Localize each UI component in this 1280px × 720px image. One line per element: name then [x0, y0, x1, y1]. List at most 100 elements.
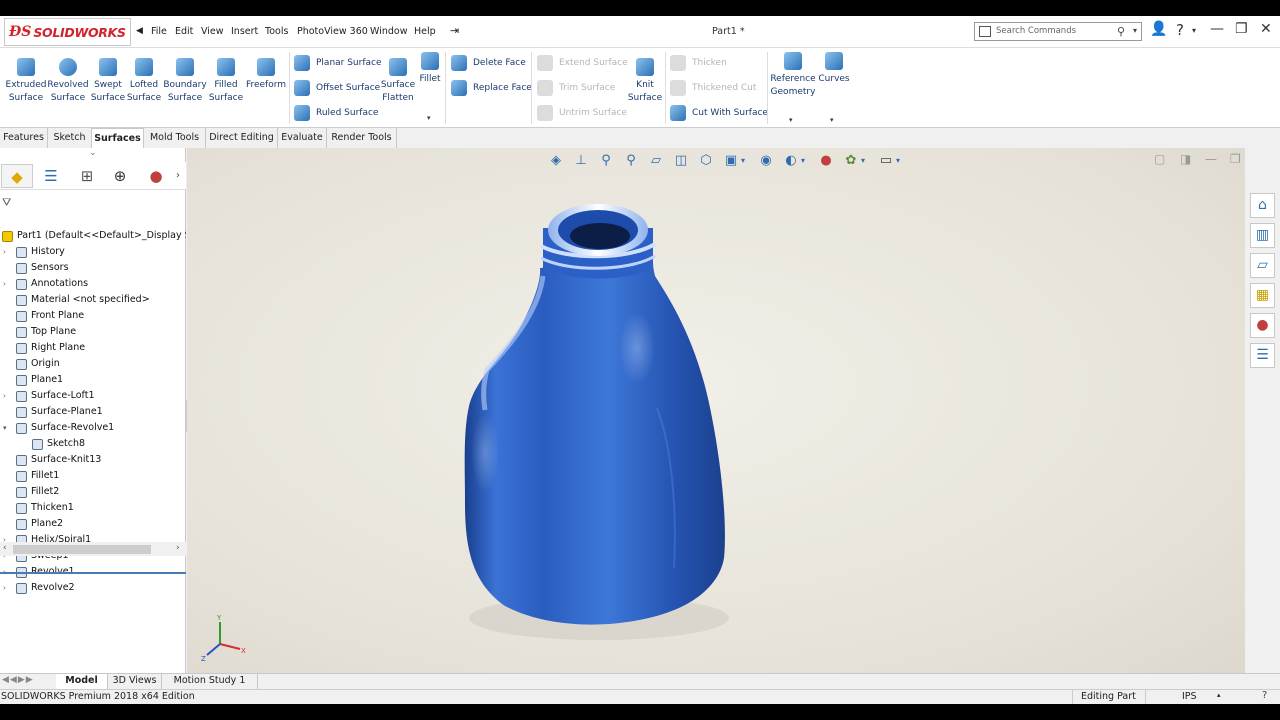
tree-item[interactable]: Material <not specified> — [0, 292, 186, 308]
tree-root[interactable]: Part1 (Default<<Default>_Display Sta — [0, 228, 186, 244]
filter-icon[interactable]: ⛛ — [2, 196, 11, 210]
boundary-surface-button[interactable]: Boundary Surface — [163, 58, 207, 104]
revolved-surface-button[interactable]: Revolved Surface — [47, 58, 89, 104]
tree-item[interactable]: › History — [0, 244, 186, 260]
view-palette-icon[interactable]: ▦ — [1250, 283, 1275, 308]
user-icon[interactable]: 👤 — [1150, 21, 1167, 37]
extruded-surface-button[interactable]: Extruded Surface — [4, 58, 48, 104]
delete-face-button[interactable]: Delete Face — [451, 54, 526, 72]
search-icon[interactable]: ⚲ — [1117, 25, 1125, 38]
scroll-left-icon[interactable]: ‹ — [3, 543, 7, 553]
tree-item[interactable]: Plane1 — [0, 372, 186, 388]
dimxpert-manager-icon[interactable]: ⊕ — [104, 164, 136, 188]
curves-button[interactable]: Curves — [818, 52, 850, 86]
menu-photoview[interactable]: PhotoView 360 — [297, 26, 368, 37]
pin-icon[interactable]: ⇥ — [450, 24, 459, 37]
tab-mold-tools[interactable]: Mold Tools — [144, 128, 206, 148]
filled-surface-button[interactable]: Filled Surface — [208, 58, 244, 104]
tab-scroll-arrows-icon[interactable]: ◀◀▶▶ — [2, 675, 34, 685]
extend-surface-button[interactable]: Extend Surface — [537, 54, 628, 72]
menu-edit[interactable]: Edit — [175, 26, 193, 37]
tab-direct-editing[interactable]: Direct Editing — [206, 128, 278, 148]
configuration-manager-icon[interactable]: ⊞ — [71, 164, 103, 188]
tree-item[interactable]: Origin — [0, 356, 186, 372]
tree-item[interactable]: Surface-Plane1 — [0, 404, 186, 420]
tree-horizontal-scrollbar[interactable]: ‹ › — [0, 542, 186, 556]
panel-collapse-icon[interactable]: ⌄ — [89, 148, 97, 158]
units-dropdown-icon[interactable]: ▴ — [1217, 691, 1221, 699]
tabs-scroll-right-icon[interactable]: › — [172, 164, 184, 188]
reference-geometry-dropdown-icon[interactable]: ▾ — [789, 116, 793, 124]
graphics-area[interactable]: ◈ ⊥ ⚲ ⚲ ▱ ◫ ⬡ ▣ ▾ ◉ ◐ ▾ ● ✿ ▾ ▭ ▾ ▢ ◨ — … — [187, 148, 1265, 673]
tree-item[interactable]: › Surface-Loft1 — [0, 388, 186, 404]
display-manager-icon[interactable]: ● — [140, 164, 172, 188]
minimize-icon[interactable]: — — [1210, 21, 1224, 37]
expand-icon[interactable]: › — [3, 244, 6, 260]
tree-item[interactable]: › Revolve2 — [0, 580, 186, 596]
untrim-surface-button[interactable]: Untrim Surface — [537, 104, 627, 122]
menu-window[interactable]: Window — [370, 26, 407, 37]
tab-evaluate[interactable]: Evaluate — [278, 128, 327, 148]
tree-item[interactable]: Surface-Knit13 — [0, 452, 186, 468]
expand-icon[interactable]: › — [3, 388, 6, 404]
knit-surface-button[interactable]: Knit Surface — [626, 58, 664, 104]
tree-item[interactable]: Sketch8 — [0, 436, 186, 452]
expand-icon[interactable]: › — [3, 580, 6, 596]
tree-item[interactable]: Sensors — [0, 260, 186, 276]
tab-3d-views[interactable]: 3D Views — [108, 674, 162, 689]
thickened-cut-button[interactable]: Thickened Cut — [670, 79, 756, 97]
curves-dropdown-icon[interactable]: ▾ — [830, 116, 834, 124]
offset-surface-button[interactable]: Offset Surface — [294, 79, 380, 97]
planar-surface-button[interactable]: Planar Surface — [294, 54, 382, 72]
solidworks-logo[interactable]: ƉS SOLIDWORKS — [4, 18, 131, 46]
file-explorer-icon[interactable]: ▱ — [1250, 253, 1275, 278]
tree-item[interactable]: Fillet1 — [0, 468, 186, 484]
property-manager-icon[interactable]: ☰ — [35, 164, 67, 188]
cut-with-surface-button[interactable]: Cut With Surface — [670, 104, 768, 122]
feature-manager-icon[interactable]: ◆ — [1, 164, 33, 188]
menu-tools[interactable]: Tools — [265, 26, 288, 37]
menu-insert[interactable]: Insert — [231, 26, 258, 37]
tree-item[interactable]: Front Plane — [0, 308, 186, 324]
custom-properties-icon[interactable]: ☰ — [1250, 343, 1275, 368]
menu-file[interactable]: File — [151, 26, 167, 37]
tree-item[interactable]: Right Plane — [0, 340, 186, 356]
close-icon[interactable]: ✕ — [1260, 21, 1272, 37]
tab-render-tools[interactable]: Render Tools — [327, 128, 397, 148]
swept-surface-button[interactable]: Swept Surface — [90, 58, 126, 104]
menu-help[interactable]: Help — [414, 26, 436, 37]
menu-pin-arrow-icon[interactable]: ◀ — [136, 26, 143, 36]
tab-sketch[interactable]: Sketch — [48, 128, 92, 148]
rollback-bar[interactable] — [0, 572, 186, 574]
chevron-down-icon[interactable]: ▾ — [1133, 26, 1137, 35]
help-icon[interactable]: ? — [1176, 21, 1184, 39]
thicken-button[interactable]: Thicken — [670, 54, 727, 72]
collapse-icon[interactable]: ▾ — [3, 420, 7, 436]
tree-item[interactable]: Thicken1 — [0, 500, 186, 516]
search-commands-input[interactable]: Search Commands ⚲ ▾ — [974, 22, 1142, 41]
design-library-icon[interactable]: ▥ — [1250, 223, 1275, 248]
replace-face-button[interactable]: Replace Face — [451, 79, 532, 97]
fillet-dropdown-icon[interactable]: ▾ — [427, 114, 431, 122]
tree-item[interactable]: Plane2 — [0, 516, 186, 532]
reference-geometry-button[interactable]: Reference Geometry — [770, 52, 816, 98]
restore-icon[interactable]: ❐ — [1235, 21, 1248, 37]
surface-flatten-button[interactable]: Surface Flatten — [379, 58, 417, 104]
home-icon[interactable]: ⌂ — [1250, 193, 1275, 218]
scroll-thumb[interactable] — [13, 545, 151, 554]
scroll-right-icon[interactable]: › — [176, 543, 180, 553]
tab-model[interactable]: Model — [56, 674, 108, 689]
ruled-surface-button[interactable]: Ruled Surface — [294, 104, 378, 122]
lofted-surface-button[interactable]: Lofted Surface — [126, 58, 162, 104]
tab-surfaces[interactable]: Surfaces — [92, 128, 144, 148]
tab-features[interactable]: Features — [0, 128, 48, 148]
trim-surface-button[interactable]: Trim Surface — [537, 79, 615, 97]
help-dropdown-icon[interactable]: ▾ — [1192, 26, 1196, 35]
tree-item[interactable]: Top Plane — [0, 324, 186, 340]
tree-item[interactable]: › Annotations — [0, 276, 186, 292]
menu-view[interactable]: View — [201, 26, 224, 37]
units-selector[interactable]: IPS — [1145, 690, 1197, 704]
tree-item[interactable]: ▾ Surface-Revolve1 — [0, 420, 186, 436]
tab-motion-study[interactable]: Motion Study 1 — [162, 674, 258, 689]
appearances-icon[interactable]: ● — [1250, 313, 1275, 338]
